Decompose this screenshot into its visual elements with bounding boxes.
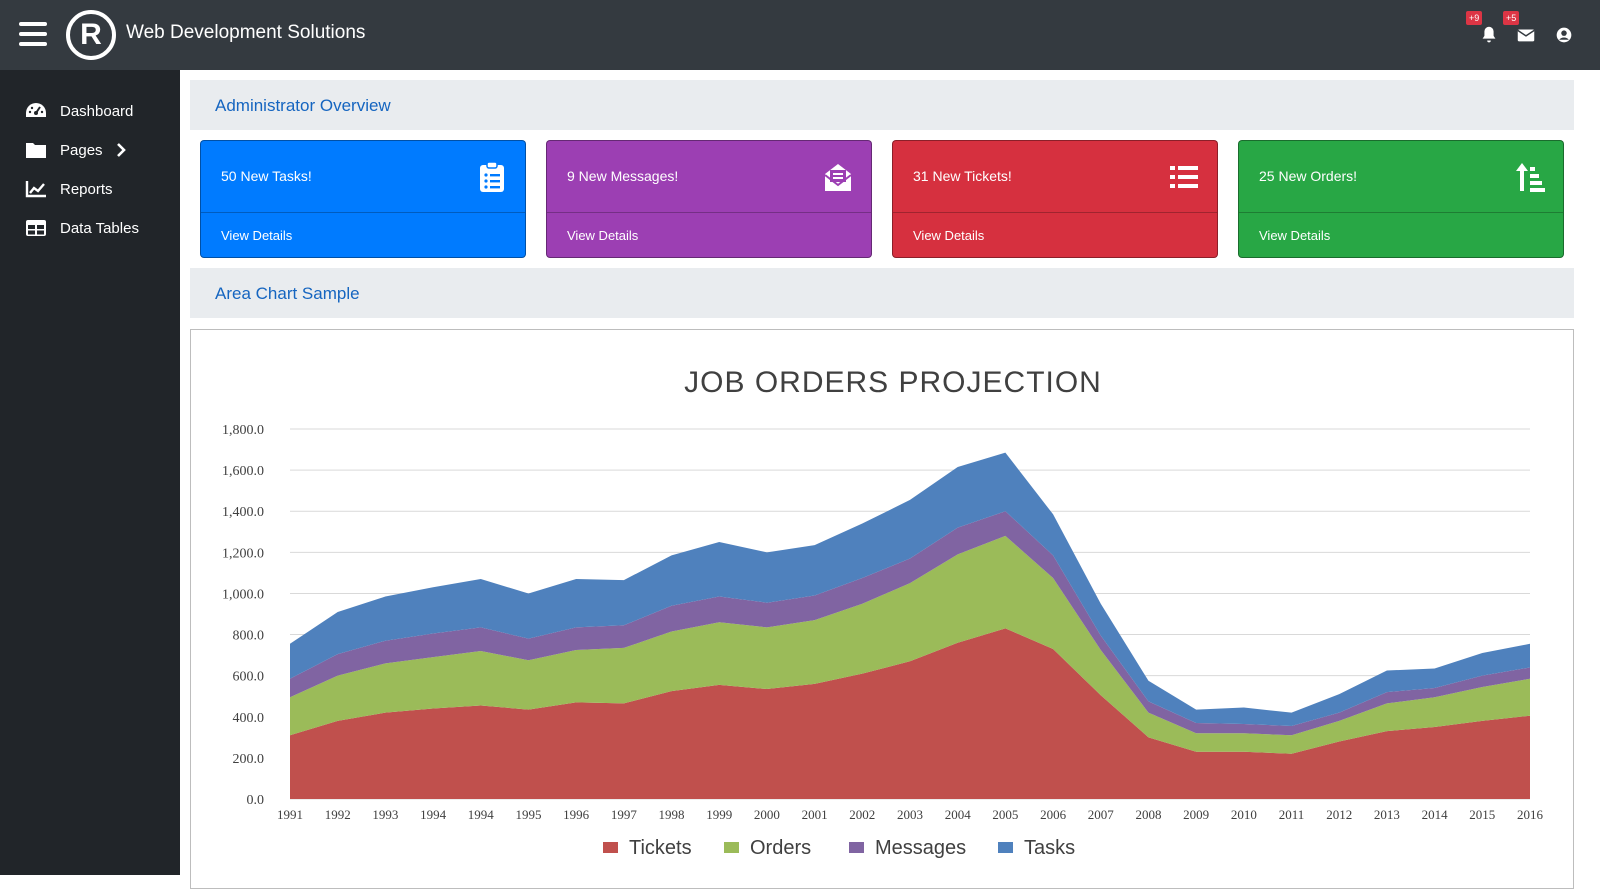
- x-tick-label: 2010: [1231, 807, 1257, 822]
- card-title: 50 New Tasks!: [221, 168, 312, 184]
- brand-name[interactable]: Web Development Solutions: [126, 22, 365, 44]
- view-details-link[interactable]: View Details: [221, 228, 292, 243]
- y-tick-label: 800.0: [233, 629, 265, 644]
- y-tick-label: 1,000.0: [222, 587, 264, 602]
- x-tick-label: 2014: [1422, 807, 1449, 822]
- legend-label-tasks: Tasks: [1024, 837, 1075, 859]
- x-tick-label: 2015: [1469, 807, 1495, 822]
- x-tick-label: 2013: [1374, 807, 1400, 822]
- y-tick-label: 200.0: [233, 752, 265, 767]
- card-title: 25 New Orders!: [1259, 168, 1358, 184]
- sidebar: Dashboard Pages Reports Data Tables: [0, 70, 180, 875]
- sidebar-item-label: Dashboard: [60, 102, 134, 120]
- x-tick-label: 2005: [992, 807, 1018, 822]
- top-navbar: R Web Development Solutions +9 +5: [0, 0, 1600, 70]
- area-chart-header: Area Chart Sample: [190, 268, 1574, 318]
- y-tick-label: 1,400.0: [222, 505, 264, 520]
- brand-logo[interactable]: R: [66, 10, 116, 60]
- x-tick-label: 1994: [420, 807, 447, 822]
- card-body: 50 New Tasks!: [201, 141, 525, 213]
- legend-swatch-orders: [724, 842, 739, 853]
- chart-line-icon: [25, 181, 46, 198]
- x-tick-label: 1998: [659, 807, 685, 822]
- x-tick-label: 1992: [325, 807, 351, 822]
- y-tick-label: 600.0: [233, 670, 265, 685]
- x-tick-label: 2009: [1183, 807, 1209, 822]
- sidebar-item-label: Pages: [60, 141, 103, 159]
- folder-icon: [26, 143, 46, 158]
- legend-swatch-tasks: [998, 842, 1013, 853]
- x-tick-label: 1995: [515, 807, 541, 822]
- legend-label-orders: Orders: [750, 837, 811, 859]
- card-title: 31 New Tickets!: [913, 168, 1012, 184]
- x-tick-label: 2011: [1279, 807, 1305, 822]
- card-body: 31 New Tickets!: [893, 141, 1217, 213]
- clipboard-list-icon: [480, 161, 504, 192]
- x-tick-label: 1999: [706, 807, 732, 822]
- chart-title: JOB ORDERS PROJECTION: [684, 366, 1102, 399]
- legend-swatch-tickets: [603, 842, 618, 853]
- x-tick-label: 2016: [1517, 807, 1544, 822]
- sidebar-item-label: Reports: [60, 180, 113, 198]
- notifications-badge: +9: [1466, 11, 1483, 25]
- tickets-card: 31 New Tickets! View Details: [892, 140, 1218, 258]
- sort-amount-up-icon: [1516, 163, 1545, 192]
- x-tick-label: 2000: [754, 807, 780, 822]
- x-tick-label: 2007: [1088, 807, 1115, 822]
- overview-title: Administrator Overview: [215, 96, 391, 115]
- legend-swatch-messages: [849, 842, 864, 853]
- x-tick-label: 2003: [897, 807, 923, 822]
- x-tick-label: 2012: [1326, 807, 1352, 822]
- list-icon: [1170, 166, 1198, 188]
- x-tick-label: 2004: [945, 807, 972, 822]
- x-tick-label: 1994: [468, 807, 495, 822]
- x-tick-label: 1996: [563, 807, 590, 822]
- dashboard-icon: [26, 103, 46, 117]
- view-details-link[interactable]: View Details: [913, 228, 984, 243]
- sidebar-item-reports[interactable]: Reports: [24, 176, 113, 202]
- area-chart: JOB ORDERS PROJECTION 0.0 200.0 400.0 600.0 8…: [222, 366, 1544, 859]
- user-circle-icon[interactable]: [1553, 24, 1575, 46]
- y-tick-label: 1,200.0: [222, 546, 264, 561]
- card-body: 25 New Orders!: [1239, 141, 1563, 213]
- view-details-link[interactable]: View Details: [1259, 228, 1330, 243]
- card-body: 9 New Messages!: [547, 141, 871, 213]
- x-tick-label: 1993: [372, 807, 398, 822]
- chevron-right-icon: [116, 143, 126, 157]
- bell-icon[interactable]: [1478, 24, 1500, 46]
- legend-label-tickets: Tickets: [629, 837, 692, 859]
- sidebar-item-data-tables[interactable]: Data Tables: [24, 215, 139, 241]
- sidebar-item-dashboard[interactable]: Dashboard: [24, 98, 133, 124]
- area-chart-container: JOB ORDERS PROJECTION 0.0 200.0 400.0 600.0 8…: [190, 329, 1574, 889]
- orders-card: 25 New Orders! View Details: [1238, 140, 1564, 258]
- sidebar-item-pages[interactable]: Pages: [24, 137, 127, 163]
- x-tick-label: 2006: [1040, 807, 1067, 822]
- view-details-link[interactable]: View Details: [567, 228, 638, 243]
- y-tick-label: 1,800.0: [222, 423, 264, 438]
- overview-header: Administrator Overview: [190, 80, 1574, 130]
- x-tick-label: 2001: [802, 807, 828, 822]
- area-chart-title: Area Chart Sample: [215, 284, 360, 303]
- sidebar-item-label: Data Tables: [60, 219, 139, 237]
- x-tick-label: 2008: [1135, 807, 1161, 822]
- table-icon: [26, 220, 46, 236]
- envelope-open-icon: [824, 164, 852, 191]
- messages-badge: +5: [1503, 11, 1520, 25]
- y-tick-label: 400.0: [233, 711, 265, 726]
- x-tick-label: 1991: [277, 807, 303, 822]
- y-tick-label: 1,600.0: [222, 464, 264, 479]
- legend-label-messages: Messages: [875, 837, 966, 859]
- x-tick-label: 2002: [849, 807, 875, 822]
- y-tick-label: 0.0: [247, 793, 265, 808]
- messages-card: 9 New Messages! View Details: [546, 140, 872, 258]
- card-title: 9 New Messages!: [567, 168, 679, 184]
- tasks-card: 50 New Tasks! View Details: [200, 140, 526, 258]
- x-tick-label: 1997: [611, 807, 638, 822]
- envelope-icon[interactable]: [1515, 24, 1537, 46]
- menu-toggle-icon[interactable]: [19, 22, 47, 46]
